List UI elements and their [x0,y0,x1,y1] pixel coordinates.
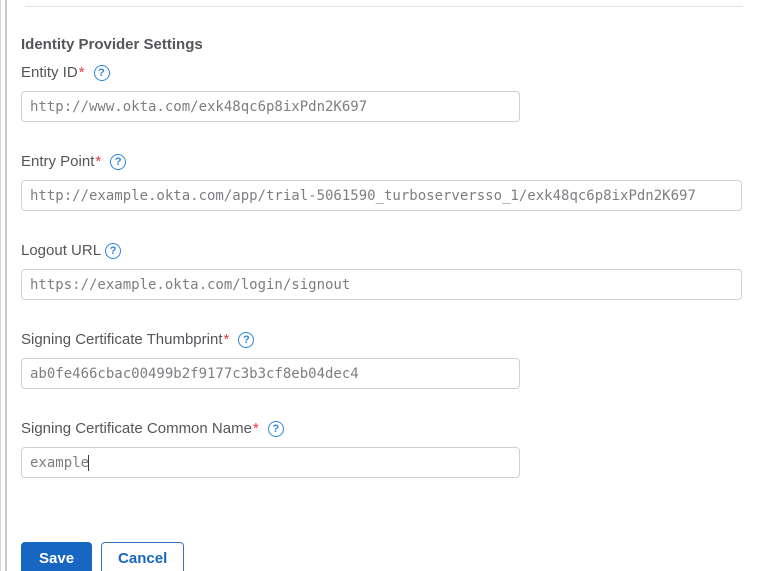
required-asterisk: * [223,331,230,348]
save-button[interactable]: Save [21,542,93,571]
field-label: Entry Point [21,153,95,170]
field-label: Signing Certificate Common Name [21,420,252,437]
field-logout-url: Logout URL ? [21,243,761,300]
input-wrap [21,447,761,478]
required-asterisk: * [78,64,85,81]
page-left-edge-line [0,0,1,571]
help-icon[interactable]: ? [110,154,127,170]
help-icon[interactable]: ? [238,332,255,348]
logout-url-input[interactable] [21,269,742,300]
form-actions: Save Cancel [21,542,761,571]
field-label-row: Signing Certificate Thumbprint * ? [21,332,761,348]
field-label-row: Entity ID * ? [21,65,761,81]
help-icon[interactable]: ? [105,243,122,259]
field-label: Entity ID [21,64,78,81]
section-title: Identity Provider Settings [21,36,203,53]
entity-id-input[interactable] [21,91,520,122]
entry-point-input[interactable] [21,180,742,211]
field-label: Signing Certificate Thumbprint [21,331,223,348]
field-label-row: Signing Certificate Common Name * ? [21,421,761,437]
cancel-button[interactable]: Cancel [101,542,185,571]
panel-left-border [5,0,7,571]
input-wrap [21,91,761,122]
required-asterisk: * [252,420,259,437]
field-signing-certificate-common-name: Signing Certificate Common Name * ? [21,421,761,478]
field-entry-point: Entry Point * ? [21,154,761,211]
field-entity-id: Entity ID * ? [21,65,761,122]
signing-certificate-thumbprint-input[interactable] [21,358,520,389]
required-asterisk: * [95,153,102,170]
help-icon[interactable]: ? [93,65,110,81]
identity-provider-settings-form: Identity Provider Settings Entity ID * ?… [21,0,761,571]
input-wrap [21,269,761,300]
signing-certificate-common-name-input[interactable] [21,447,520,478]
input-wrap [21,180,761,211]
field-label-row: Entry Point * ? [21,154,761,170]
field-signing-certificate-thumbprint: Signing Certificate Thumbprint * ? [21,332,761,389]
input-wrap [21,358,761,389]
help-icon[interactable]: ? [267,421,284,437]
field-label: Logout URL [21,242,102,259]
text-cursor [88,455,89,471]
field-label-row: Logout URL ? [21,243,761,259]
